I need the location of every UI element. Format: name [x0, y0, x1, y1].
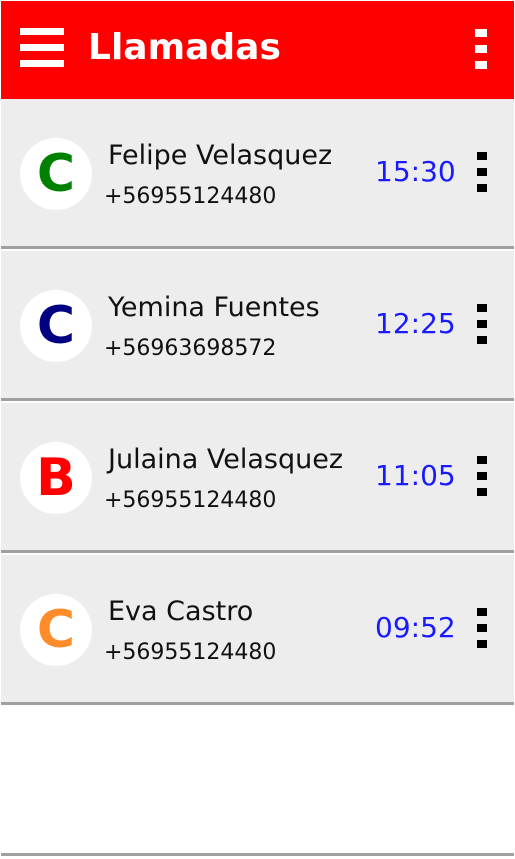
kebab-dot [477, 152, 487, 160]
kebab-dot [477, 608, 487, 616]
kebab-dot [475, 29, 487, 37]
row-more-vertical-icon[interactable] [477, 304, 489, 344]
contact-name: Julaina Velasquez [108, 444, 343, 475]
kebab-dot [477, 168, 487, 176]
avatar-initial: C [36, 600, 76, 660]
kebab-dot [477, 304, 487, 312]
bottom-divider [1, 853, 514, 856]
row-more-vertical-icon[interactable] [477, 456, 489, 496]
kebab-dot [477, 336, 487, 344]
kebab-dot [477, 472, 487, 480]
call-row[interactable]: C Felipe Velasquez +56955124480 15:30 [1, 99, 514, 249]
call-row[interactable]: C Eva Castro +56955124480 09:52 [1, 555, 514, 705]
kebab-dot [475, 61, 487, 69]
phone-number: +56955124480 [104, 640, 277, 665]
page-title: Llamadas [88, 27, 281, 68]
contact-avatar: C [20, 290, 92, 362]
more-vertical-icon[interactable] [475, 29, 487, 69]
contact-avatar: B [20, 442, 92, 514]
hamburger-menu-icon[interactable] [20, 28, 64, 68]
kebab-dot [477, 320, 487, 328]
avatar-initial: B [36, 448, 76, 508]
contact-avatar: C [20, 138, 92, 210]
call-time: 15:30 [375, 155, 456, 188]
phone-number: +56963698572 [104, 336, 277, 361]
app-header: Llamadas [1, 1, 514, 99]
kebab-dot [477, 184, 487, 192]
avatar-initial: C [36, 144, 76, 204]
menu-line [20, 28, 64, 35]
kebab-dot [477, 488, 487, 496]
contact-name: Yemina Fuentes [108, 292, 320, 323]
phone-number: +56955124480 [104, 184, 277, 209]
kebab-dot [477, 456, 487, 464]
kebab-dot [477, 640, 487, 648]
call-row[interactable]: B Julaina Velasquez +56955124480 11:05 [1, 403, 514, 553]
menu-line [20, 60, 64, 67]
call-time: 12:25 [375, 307, 456, 340]
call-time: 11:05 [375, 459, 456, 492]
contact-name: Felipe Velasquez [108, 140, 333, 171]
call-row[interactable]: C Yemina Fuentes +56963698572 12:25 [1, 251, 514, 401]
menu-line [20, 44, 64, 51]
call-list: C Felipe Velasquez +56955124480 15:30 C … [1, 99, 514, 705]
call-time: 09:52 [375, 611, 456, 644]
contact-name: Eva Castro [108, 596, 254, 627]
contact-avatar: C [20, 594, 92, 666]
phone-number: +56955124480 [104, 488, 277, 513]
kebab-dot [475, 45, 487, 53]
row-more-vertical-icon[interactable] [477, 608, 489, 648]
kebab-dot [477, 624, 487, 632]
calls-screen: Llamadas C Felipe Velasquez +56955124480… [0, 0, 515, 859]
row-more-vertical-icon[interactable] [477, 152, 489, 192]
avatar-initial: C [36, 296, 76, 356]
